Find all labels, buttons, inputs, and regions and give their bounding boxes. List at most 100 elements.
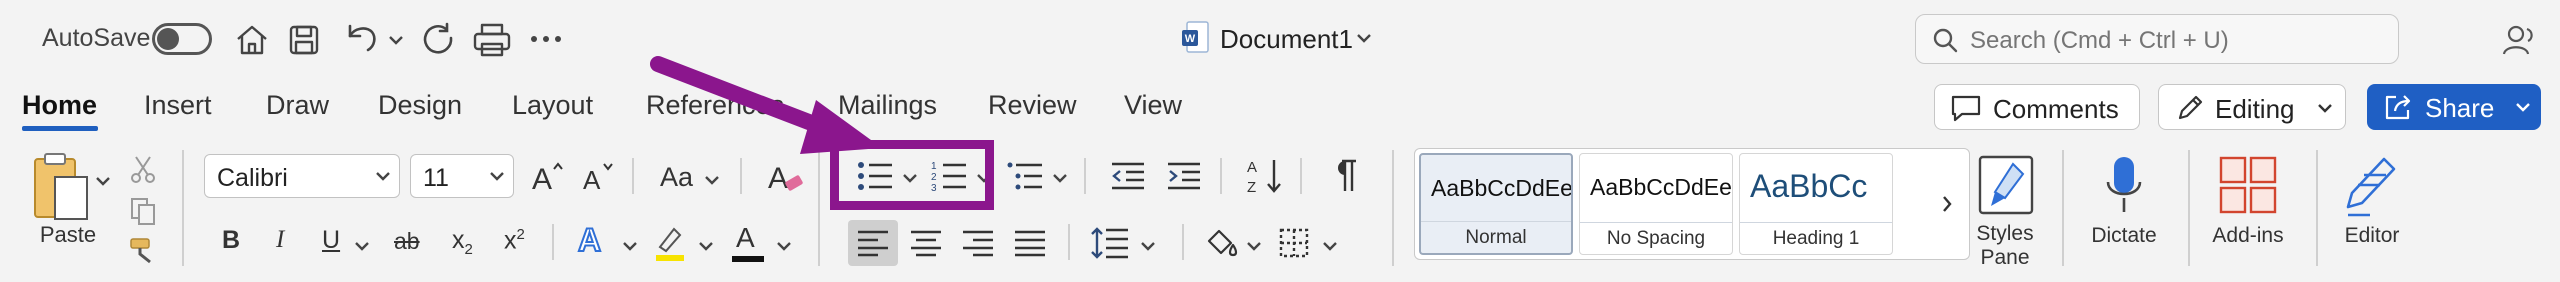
word-document-icon: W xyxy=(1180,20,1210,56)
svg-text:W: W xyxy=(1185,33,1196,45)
text-effects-button[interactable]: A xyxy=(577,221,602,259)
bold-button[interactable]: B xyxy=(222,226,240,255)
cut-icon[interactable] xyxy=(126,152,160,186)
underline-button[interactable]: U xyxy=(322,226,340,255)
print-icon[interactable] xyxy=(470,20,514,60)
paste-label: Paste xyxy=(39,222,97,247)
change-case-chevron-icon[interactable] xyxy=(702,170,722,190)
format-painter-icon[interactable] xyxy=(126,234,160,268)
borders-chevron-icon[interactable] xyxy=(1320,236,1340,256)
decrease-indent-icon[interactable] xyxy=(1108,156,1148,196)
autosave-toggle[interactable] xyxy=(152,23,212,55)
home-icon[interactable] xyxy=(232,20,272,60)
borders-icon[interactable] xyxy=(1274,222,1314,264)
strikethrough-button[interactable]: ab xyxy=(394,228,420,255)
search-input[interactable] xyxy=(1970,27,2390,55)
styles-gallery[interactable]: AaBbCcDdEe Normal AaBbCcDdEe No Spacing … xyxy=(1414,148,1970,260)
svg-text:Z: Z xyxy=(1247,179,1256,196)
paste-chevron-icon[interactable] xyxy=(94,172,112,190)
styles-gallery-next-icon[interactable] xyxy=(1935,189,1959,219)
font-family-select[interactable]: Calibri xyxy=(204,154,400,198)
line-spacing-chevron-icon[interactable] xyxy=(1138,236,1158,256)
comments-label: Comments xyxy=(1993,94,2119,124)
dictate-label: Dictate xyxy=(2091,224,2157,247)
align-center-icon[interactable] xyxy=(906,222,946,264)
underline-chevron-icon[interactable] xyxy=(352,236,372,256)
document-title-chevron-icon[interactable] xyxy=(1354,28,1374,48)
italic-button[interactable]: I xyxy=(276,226,284,254)
comments-button[interactable]: Comments xyxy=(1934,84,2140,130)
change-case-label[interactable]: Aa xyxy=(660,162,693,193)
account-icon[interactable] xyxy=(2498,18,2542,62)
share-button[interactable]: Share xyxy=(2367,84,2541,130)
show-formatting-marks-icon[interactable] xyxy=(1326,156,1362,196)
shading-icon[interactable] xyxy=(1200,222,1244,264)
font-color-glyph: A xyxy=(736,222,755,253)
font-size-select[interactable]: 11 xyxy=(410,154,514,198)
increase-indent-icon[interactable] xyxy=(1164,156,1204,196)
style-name: Normal xyxy=(1465,227,1527,248)
style-name: No Spacing xyxy=(1606,228,1706,249)
grow-font-icon[interactable]: A xyxy=(528,156,568,196)
shrink-font-icon[interactable]: A xyxy=(578,156,618,196)
paste-icon[interactable] xyxy=(28,150,94,226)
search-box[interactable] xyxy=(1915,14,2399,64)
save-icon[interactable] xyxy=(284,20,324,60)
styles-pane-label-line2: Pane xyxy=(1980,246,2030,269)
clear-formatting-icon[interactable]: A xyxy=(764,156,808,198)
style-sample: AaBbCcDdEe xyxy=(1590,174,1732,200)
styles-pane-label: Styles Pane xyxy=(1964,222,2046,270)
tab-draw[interactable]: Draw xyxy=(266,90,329,121)
editing-mode-button[interactable]: Editing xyxy=(2158,84,2346,130)
shading-chevron-icon[interactable] xyxy=(1244,236,1264,256)
tab-layout[interactable]: Layout xyxy=(512,90,593,121)
pencil-icon xyxy=(2173,93,2207,123)
svg-text:A: A xyxy=(1247,159,1257,176)
autosave-label: AutoSave xyxy=(42,24,151,52)
tab-design[interactable]: Design xyxy=(378,90,462,121)
highlight-icon[interactable] xyxy=(650,222,690,264)
document-title[interactable]: Document1 xyxy=(1220,24,1353,55)
redo-icon[interactable] xyxy=(416,18,460,60)
editor-icon[interactable] xyxy=(2340,150,2404,220)
sort-icon[interactable]: AZ xyxy=(1244,154,1288,198)
add-ins-icon[interactable] xyxy=(2216,152,2280,218)
style-normal[interactable]: AaBbCcDdEe Normal xyxy=(1419,153,1573,255)
superscript-index: 2 xyxy=(516,226,525,243)
microphone-icon[interactable] xyxy=(2100,152,2148,218)
editor-label: Editor xyxy=(2344,224,2400,247)
multilevel-list-chevron-icon[interactable] xyxy=(1050,168,1070,188)
more-options-icon[interactable] xyxy=(524,24,568,54)
font-size-value: 11 xyxy=(423,164,449,192)
undo-icon[interactable] xyxy=(340,18,384,58)
font-color-icon[interactable]: A xyxy=(730,222,766,264)
copy-icon[interactable] xyxy=(126,194,160,228)
editing-chevron-icon xyxy=(2315,98,2335,118)
tab-home[interactable]: Home xyxy=(22,90,97,121)
superscript-button[interactable]: x2 xyxy=(504,226,525,255)
annotation-highlight-box xyxy=(830,140,994,210)
svg-text:A: A xyxy=(532,163,552,193)
highlight-chevron-icon[interactable] xyxy=(696,236,716,256)
font-color-chevron-icon[interactable] xyxy=(774,236,794,256)
justify-icon[interactable] xyxy=(1010,222,1050,264)
align-left-icon[interactable] xyxy=(848,220,898,266)
add-ins-label: Add-ins xyxy=(2212,224,2284,247)
tab-review[interactable]: Review xyxy=(988,90,1077,121)
style-heading-1[interactable]: AaBbCc Heading 1 xyxy=(1739,153,1893,255)
text-effects-chevron-icon[interactable] xyxy=(620,236,640,256)
styles-pane-icon[interactable] xyxy=(1976,152,2036,218)
tab-view[interactable]: View xyxy=(1124,90,1182,121)
comment-icon xyxy=(1949,93,1983,123)
align-right-icon[interactable] xyxy=(958,222,998,264)
subscript-button[interactable]: x2 xyxy=(452,226,473,258)
undo-dropdown-chevron-icon[interactable] xyxy=(386,30,406,50)
style-no-spacing[interactable]: AaBbCcDdEe No Spacing xyxy=(1579,153,1733,255)
multilevel-list-icon[interactable] xyxy=(1004,156,1048,196)
font-size-chevron-icon xyxy=(489,165,505,187)
search-icon xyxy=(1930,25,1960,55)
line-spacing-icon[interactable] xyxy=(1088,222,1132,264)
tab-insert[interactable]: Insert xyxy=(144,90,212,121)
svg-text:A: A xyxy=(768,162,788,195)
share-label: Share xyxy=(2425,93,2495,123)
